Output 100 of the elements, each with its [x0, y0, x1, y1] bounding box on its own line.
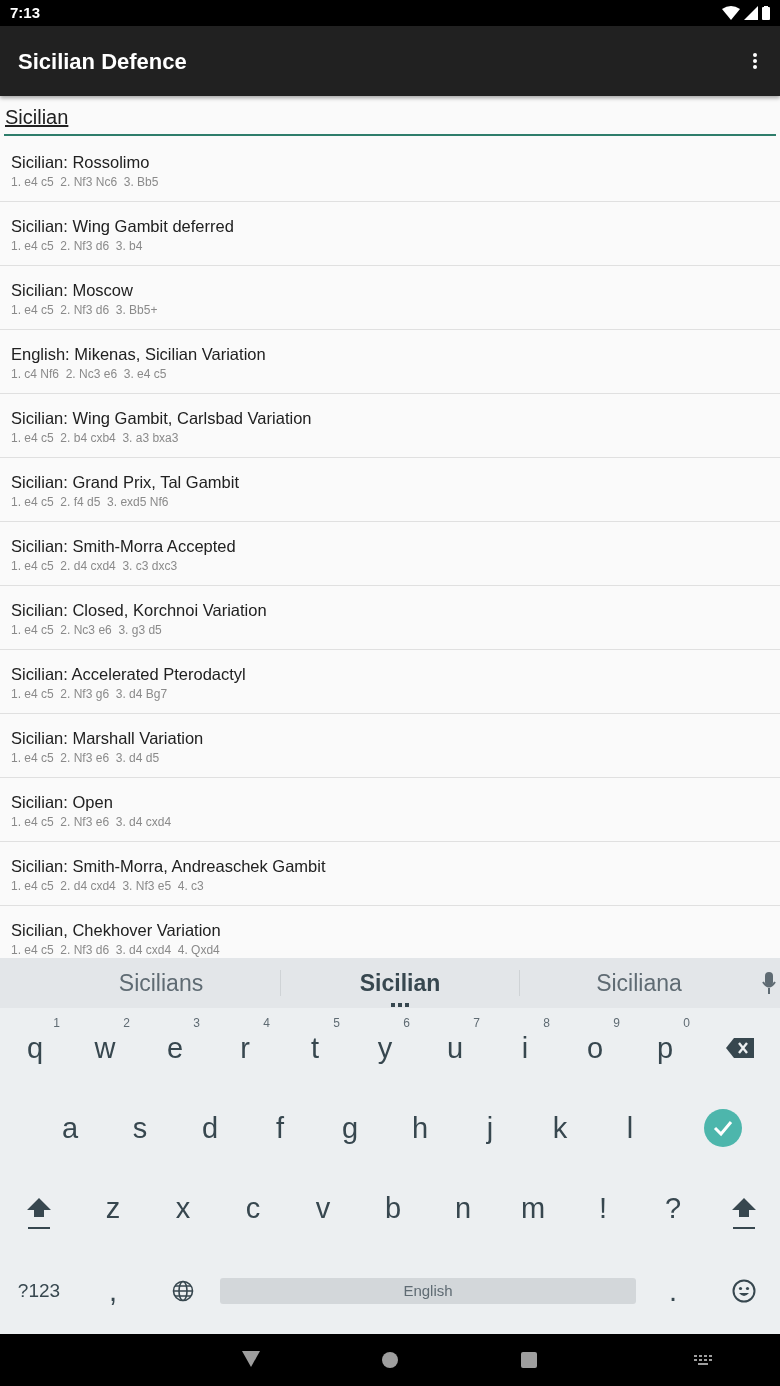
key-hint: 8: [543, 1015, 550, 1032]
opening-list-item[interactable]: Sicilian: Smith-Morra Accepted 1. e4 c5 2. d4 cxd4 3. c3 dxc3: [0, 522, 780, 586]
opening-moves: 1. e4 c5 2. Nf3 g6 3. d4 Bg7: [11, 686, 169, 702]
enter-check-icon[interactable]: [702, 1108, 743, 1148]
keyboard-key[interactable]: m: [514, 1187, 552, 1231]
keyboard-key[interactable]: o: [580, 1027, 610, 1071]
space-bar[interactable]: English: [220, 1278, 636, 1304]
keyboard-key[interactable]: ?: [658, 1187, 688, 1231]
key-hint: 4: [263, 1015, 270, 1032]
opening-name: Sicilian: Smith-Morra, Andreaschek Gambit: [11, 856, 327, 876]
status-time: 7:13: [10, 2, 41, 23]
opening-list-item[interactable]: Sicilian: Wing Gambit deferred 1. e4 c5 2. Nf3 d6 3. b4: [0, 202, 780, 266]
more-options-icon[interactable]: [752, 52, 758, 70]
opening-list-item[interactable]: English: Mikenas, Sicilian Variation 1. c4 Nf6 2. Nc3 e6 3. e4 c5: [0, 330, 780, 394]
shift-icon[interactable]: [731, 1197, 757, 1229]
symbols-key[interactable]: ?123: [17, 1276, 61, 1306]
keyboard-key[interactable]: ,: [102, 1270, 124, 1314]
opening-name: Sicilian: Wing Gambit deferred: [11, 216, 235, 236]
battery-icon: [762, 6, 770, 20]
keyboard-key[interactable]: l: [620, 1107, 640, 1151]
opening-moves: 1. e4 c5 2. Nf3 Nc6 3. Bb5: [11, 174, 160, 190]
keyboard-key[interactable]: g: [335, 1107, 365, 1151]
opening-moves: 1. e4 c5 2. Nf3 d6 3. b4: [11, 238, 144, 254]
suggestion[interactable]: Sicilians: [42, 961, 280, 1005]
backspace-icon[interactable]: [726, 1038, 754, 1058]
opening-moves: 1. e4 c5 2. Nf3 d6 3. Bb5+: [11, 302, 159, 318]
opening-moves: 1. e4 c5 2. d4 cxd4 3. Nf3 e5 4. c3: [11, 878, 205, 894]
keyboard-key[interactable]: .: [662, 1270, 684, 1314]
globe-icon[interactable]: [172, 1280, 194, 1302]
keyboard-key[interactable]: h: [405, 1107, 435, 1151]
keyboard-key[interactable]: a: [55, 1107, 85, 1151]
key-hint: 5: [333, 1015, 340, 1032]
opening-list-item[interactable]: Sicilian: Wing Gambit, Carlsbad Variation 1. e4 c5 2. b4 cxb4 3. a3 bxa3: [0, 394, 780, 458]
key-hint: 1: [53, 1015, 60, 1032]
keyboard-key[interactable]: c: [239, 1187, 267, 1231]
search-field[interactable]: Sicilian: [4, 100, 776, 136]
opening-moves: 1. e4 c5 2. Nf3 e6 3. d4 d5: [11, 750, 161, 766]
key-hint: 0: [683, 1015, 690, 1032]
key-hint: 3: [193, 1015, 200, 1032]
keyboard-key[interactable]: !: [592, 1187, 614, 1231]
opening-name: Sicilian: Grand Prix, Tal Gambit: [11, 472, 241, 492]
keyboard-key[interactable]: w: [88, 1027, 122, 1071]
key-hint: 6: [403, 1015, 410, 1032]
opening-list-item[interactable]: Sicilian: Rossolimo 1. e4 c5 2. Nf3 Nc6 3. Bb5: [0, 138, 780, 202]
opening-list-item[interactable]: Sicilian: Marshall Variation 1. e4 c5 2. Nf3 e6 3. d4 d5: [0, 714, 780, 778]
keyboard-key[interactable]: i: [515, 1027, 535, 1071]
home-icon[interactable]: [382, 1352, 398, 1368]
keyboard-key[interactable]: u: [440, 1027, 470, 1071]
opening-list-item[interactable]: Sicilian: Open 1. e4 c5 2. Nf3 e6 3. d4 cxd4: [0, 778, 780, 842]
opening-moves: 1. e4 c5 2. d4 cxd4 3. c3 dxc3: [11, 558, 179, 574]
opening-list-item[interactable]: Sicilian: Closed, Korchnoi Variation 1. e4 c5 2. Nc3 e6 3. g3 d5: [0, 586, 780, 650]
opening-moves: 1. e4 c5 2. Nf3 d6 3. d4 cxd4 4. Qxd4: [11, 942, 221, 958]
back-icon[interactable]: [242, 1351, 260, 1367]
key-hint: 2: [123, 1015, 130, 1032]
keyboard-key[interactable]: r: [234, 1027, 256, 1071]
keyboard-key[interactable]: s: [126, 1107, 154, 1151]
opening-name: Sicilian: Closed, Korchnoi Variation: [11, 600, 268, 620]
opening-name: Sicilian: Wing Gambit, Carlsbad Variation: [11, 408, 313, 428]
opening-name: Sicilian, Chekhover Variation: [11, 920, 222, 940]
opening-name: Sicilian: Rossolimo: [11, 152, 151, 172]
keyboard-key[interactable]: k: [546, 1107, 574, 1151]
keyboard-key[interactable]: b: [378, 1187, 408, 1231]
opening-name: Sicilian: Moscow: [11, 280, 134, 300]
keyboard-key[interactable]: q: [20, 1027, 50, 1071]
suggestion[interactable]: Sicilian: [281, 961, 519, 1005]
keyboard-key[interactable]: z: [99, 1187, 127, 1231]
keyboard-key[interactable]: p: [650, 1027, 680, 1071]
shift-icon[interactable]: [26, 1197, 52, 1229]
key-hint: 7: [473, 1015, 480, 1032]
keyboard-key[interactable]: y: [371, 1027, 399, 1071]
opening-name: English: Mikenas, Sicilian Variation: [11, 344, 267, 364]
emoji-icon[interactable]: [732, 1279, 756, 1303]
opening-name: Sicilian: Accelerated Pterodactyl: [11, 664, 247, 684]
opening-name: Sicilian: Open: [11, 792, 114, 812]
app-title: Sicilian Defence: [18, 47, 187, 76]
keyboard-icon[interactable]: [694, 1355, 712, 1365]
keyboard-key[interactable]: f: [269, 1107, 291, 1151]
opening-list-item[interactable]: Sicilian: Grand Prix, Tal Gambit 1. e4 c5 2. f4 d5 3. exd5 Nf6: [0, 458, 780, 522]
keyboard-key[interactable]: t: [304, 1027, 326, 1071]
opening-moves: 1. e4 c5 2. f4 d5 3. exd5 Nf6: [11, 494, 170, 510]
opening-list-item[interactable]: Sicilian: Moscow 1. e4 c5 2. Nf3 d6 3. Bb5+: [0, 266, 780, 330]
opening-moves: 1. e4 c5 2. Nf3 e6 3. d4 cxd4: [11, 814, 173, 830]
opening-moves: 1. e4 c5 2. b4 cxb4 3. a3 bxa3: [11, 430, 180, 446]
opening-list-item[interactable]: Sicilian: Accelerated Pterodactyl 1. e4 c5 2. Nf3 g6 3. d4 Bg7: [0, 650, 780, 714]
keyboard-key[interactable]: e: [160, 1027, 190, 1071]
suggestion[interactable]: Siciliana: [520, 961, 758, 1005]
keyboard-key[interactable]: d: [195, 1107, 225, 1151]
opening-name: Sicilian: Smith-Morra Accepted: [11, 536, 237, 556]
opening-list-item[interactable]: Sicilian: Smith-Morra, Andreaschek Gambit 1. e4 c5 2. d4 cxd4 3. Nf3 e5 4. c3: [0, 842, 780, 906]
keyboard-key[interactable]: x: [169, 1187, 197, 1231]
opening-moves: 1. e4 c5 2. Nc3 e6 3. g3 d5: [11, 622, 163, 638]
microphone-icon[interactable]: [762, 972, 776, 994]
keyboard-key[interactable]: j: [480, 1107, 500, 1151]
key-hint: 9: [613, 1015, 620, 1032]
wifi-icon: [722, 6, 740, 20]
keyboard-key[interactable]: v: [309, 1187, 337, 1231]
opening-moves: 1. c4 Nf6 2. Nc3 e6 3. e4 c5: [11, 366, 168, 382]
keyboard-key[interactable]: n: [448, 1187, 478, 1231]
signal-icon: [744, 6, 758, 20]
opening-name: Sicilian: Marshall Variation: [11, 728, 205, 748]
